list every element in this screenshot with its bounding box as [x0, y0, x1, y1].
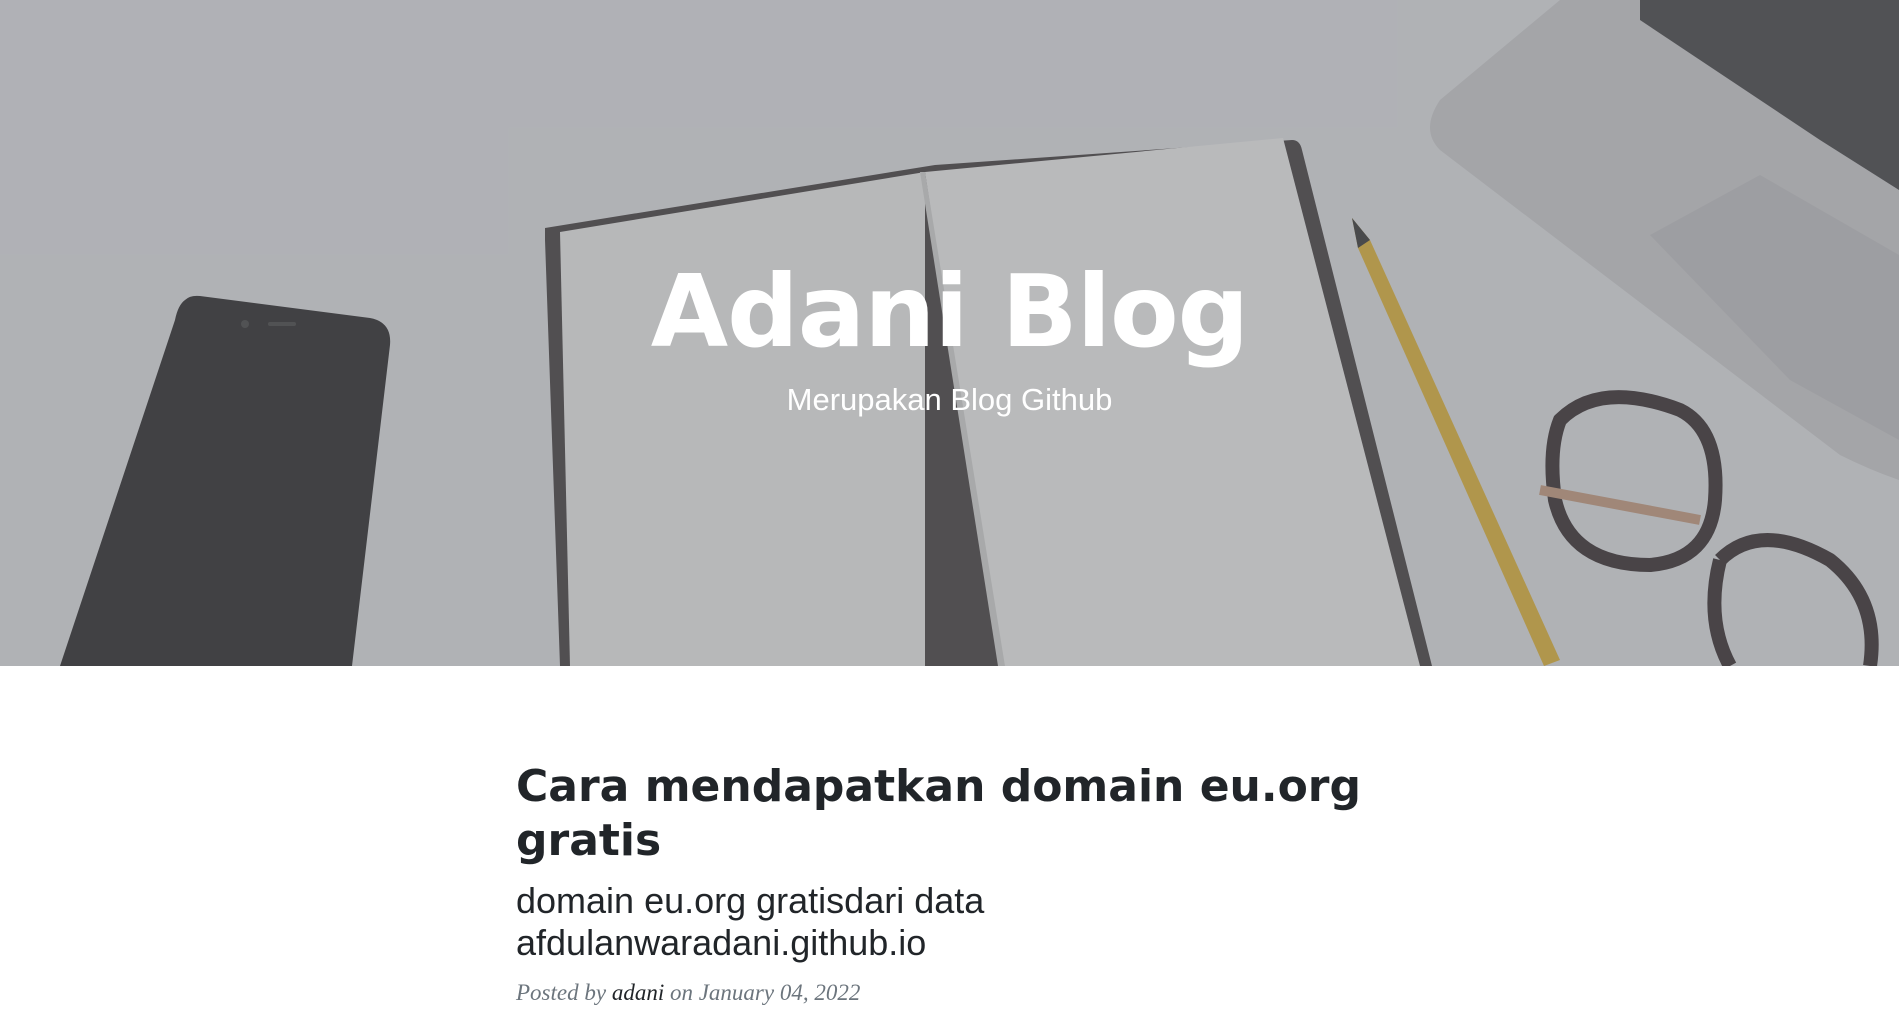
site-heading: Adani Blog Merupakan Blog Github [0, 0, 1899, 666]
post-meta: Posted by adani on January 04, 2022 [516, 978, 1396, 1008]
post-meta-prefix: Posted by [516, 980, 607, 1005]
post-author[interactable]: adani [612, 980, 664, 1005]
post-title-link[interactable]: Cara mendapatkan domain eu.org gratis [516, 760, 1396, 868]
post-date: January 04, 2022 [698, 980, 861, 1005]
post-meta-on: on [669, 980, 693, 1005]
masthead: Adani Blog Merupakan Blog Github [0, 0, 1899, 666]
site-subtitle: Merupakan Blog Github [786, 382, 1113, 417]
post-subtitle[interactable]: domain eu.org gratisdari data afdulanwar… [516, 880, 1396, 964]
post-preview[interactable]: Cara mendapatkan domain eu.org gratis do… [516, 760, 1396, 1008]
site-title: Adani Blog [650, 253, 1250, 370]
